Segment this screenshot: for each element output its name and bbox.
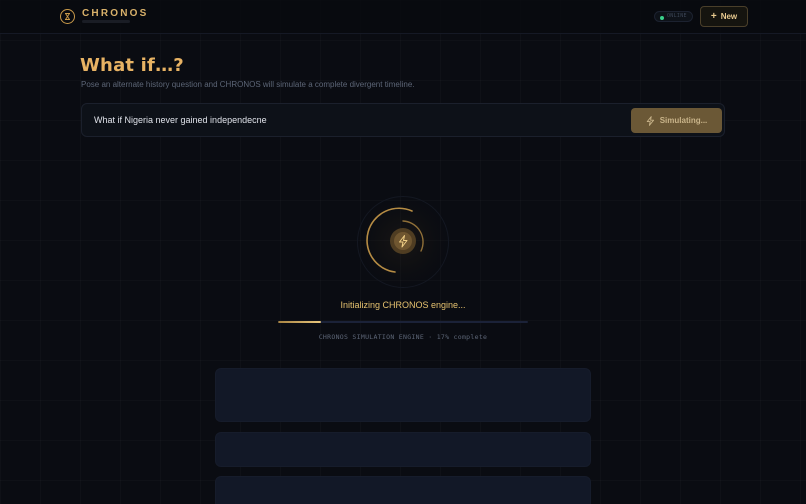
plus-icon: + [710,10,717,22]
progress-bar [278,321,528,323]
progress-bar-fill [278,321,321,323]
new-button-label: New [720,12,738,21]
skeleton-card [215,432,591,467]
question-input[interactable] [94,115,594,125]
top-bar: CHRONOS ONLINE + New [0,0,806,34]
skeleton-card [215,476,591,504]
page-subtitle: Pose an alternate history question and C… [81,80,415,89]
skeleton-card [215,368,591,422]
lightning-icon [646,115,654,126]
loading-spinner [357,196,449,288]
brand-name: CHRONOS [82,8,149,19]
page-title: What if…? [80,55,184,76]
progress-caption: CHRONOS SIMULATION ENGINE · 17% complete [318,333,488,341]
brand-tagline-placeholder [82,20,130,23]
status-badge: ONLINE [654,11,693,22]
status-label: ONLINE [667,13,687,19]
chronos-logo-icon [60,9,75,24]
new-button[interactable]: + New [700,6,748,27]
simulate-button-label: Simulating... [659,116,708,125]
simulation-status: Initializing CHRONOS engine... [340,300,466,310]
simulate-button[interactable]: Simulating... [631,108,722,133]
status-dot-icon [660,15,664,20]
question-bar: Simulating... [81,103,725,137]
